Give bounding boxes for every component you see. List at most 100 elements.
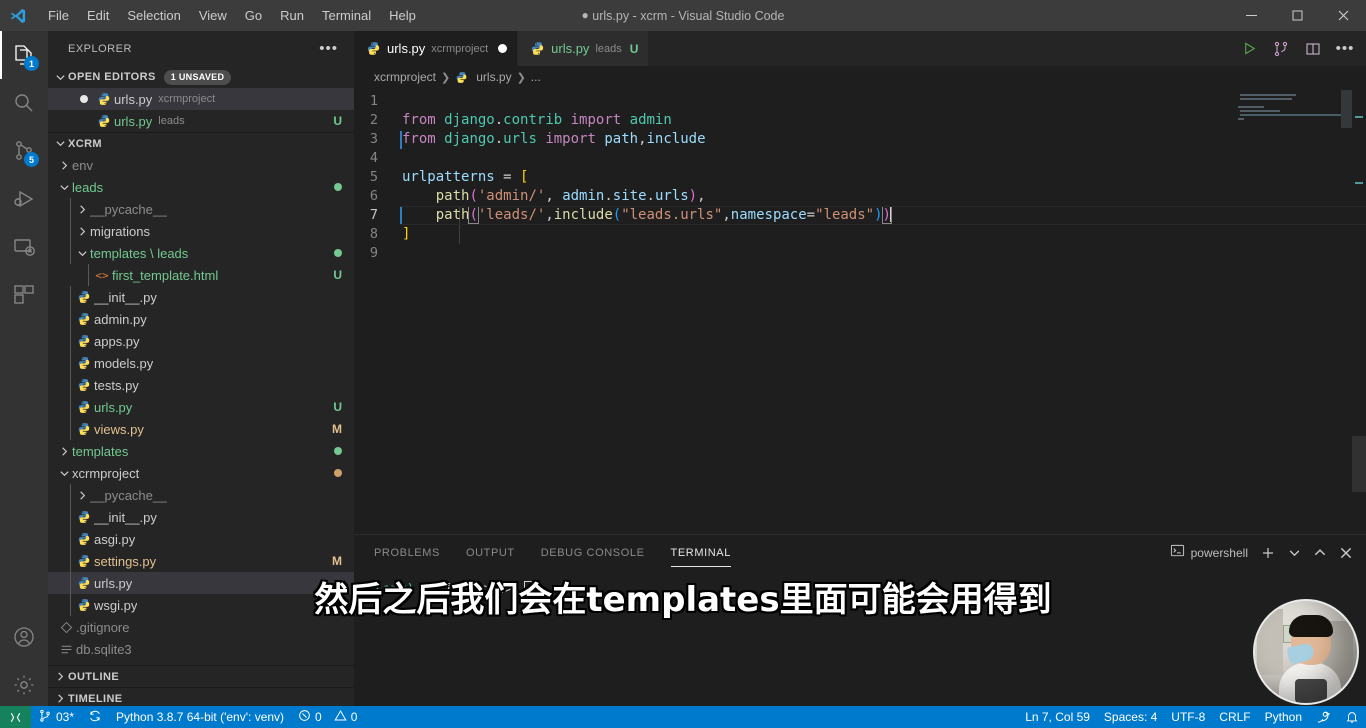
activity-item-explorer[interactable]: 1 xyxy=(0,31,48,79)
panel-actions: powershell xyxy=(1164,535,1358,570)
tree-item-db-sqlite3[interactable]: db.sqlite3 xyxy=(48,638,354,660)
close-icon[interactable] xyxy=(1334,541,1358,565)
menu-view[interactable]: View xyxy=(190,4,236,28)
tweet-feedback-icon[interactable] xyxy=(1309,706,1338,728)
tree-item-urls-py[interactable]: urls.py U xyxy=(48,396,354,418)
plus-icon[interactable] xyxy=(1256,541,1280,565)
menu-selection[interactable]: Selection xyxy=(118,4,189,28)
tree-item-wsgi-py[interactable]: wsgi.py xyxy=(48,594,354,616)
editor-scrollbar[interactable] xyxy=(1352,436,1366,492)
breadcrumb-item-folder[interactable]: xcrmproject xyxy=(374,70,436,84)
chevron-up-icon[interactable] xyxy=(1308,541,1332,565)
tree-item-env[interactable]: env xyxy=(48,154,354,176)
python-icon xyxy=(94,114,114,128)
python-icon xyxy=(74,290,94,304)
git-branch-status[interactable]: 03* xyxy=(31,706,81,728)
panel-tabs: PROBLEMS OUTPUT DEBUG CONSOLE TERMINAL p… xyxy=(354,535,1366,570)
tree-item-init-py[interactable]: __init__.py xyxy=(48,506,354,528)
tree-item-first-template-html[interactable]: <> first_template.html U xyxy=(48,264,354,286)
tree-item-views-py[interactable]: views.py M xyxy=(48,418,354,440)
ellipsis-icon[interactable]: ••• xyxy=(1332,36,1358,62)
breadcrumb-item-symbols[interactable]: ... xyxy=(531,70,541,84)
cursor-position-status[interactable]: Ln 7, Col 59 xyxy=(1018,706,1097,728)
activity-item-run-and-debug[interactable] xyxy=(0,175,48,223)
python-interpreter-status[interactable]: Python 3.8.7 64-bit ('env': venv) xyxy=(109,706,291,728)
tree-item-apps-py[interactable]: apps.py xyxy=(48,330,354,352)
line-text: ] xyxy=(402,226,411,242)
section-outline[interactable]: OUTLINE xyxy=(48,665,354,687)
activity-item-source-control[interactable]: 5 xyxy=(0,127,48,175)
sync-status[interactable] xyxy=(81,706,109,728)
tab-output[interactable]: OUTPUT xyxy=(466,539,515,566)
tree-item-asgi-py[interactable]: asgi.py xyxy=(48,528,354,550)
tree-item-urls-py[interactable]: urls.py xyxy=(48,572,354,594)
remote-indicator-icon[interactable] xyxy=(0,706,31,728)
code-editor[interactable]: 1 2 from django.contrib import admin 3 f… xyxy=(354,88,1366,531)
terminal-powershell-icon xyxy=(1170,543,1185,563)
menu-edit[interactable]: Edit xyxy=(78,4,118,28)
tree-item-settings-py[interactable]: settings.py M xyxy=(48,550,354,572)
ellipsis-icon[interactable]: ••• xyxy=(315,41,342,57)
problems-status[interactable]: 0 0 xyxy=(291,706,364,728)
code-content: 1 2 from django.contrib import admin 3 f… xyxy=(354,88,1366,263)
split-editor-icon[interactable] xyxy=(1300,36,1326,62)
python-icon xyxy=(366,41,381,56)
tree-item-pycache[interactable]: __pycache__ xyxy=(48,484,354,506)
menu-file[interactable]: File xyxy=(39,4,78,28)
language-mode-status[interactable]: Python xyxy=(1258,706,1309,728)
tree-item-templates[interactable]: templates xyxy=(48,440,354,462)
tree-item-leads[interactable]: leads xyxy=(48,176,354,198)
activity-item-remote-explorer[interactable] xyxy=(0,223,48,271)
encoding-status[interactable]: UTF-8 xyxy=(1164,706,1212,728)
tree-item-templates-leads[interactable]: templates \ leads xyxy=(48,242,354,264)
maximize-icon[interactable] xyxy=(1274,0,1320,31)
activity-item-manage[interactable] xyxy=(0,661,48,709)
status-bar: 03* Python 3.8.7 64-bit ('env': venv) 0 … xyxy=(0,706,1366,728)
bell-icon[interactable] xyxy=(1338,706,1366,728)
eol-status[interactable]: CRLF xyxy=(1212,706,1257,728)
tree-item-pycache[interactable]: __pycache__ xyxy=(48,198,354,220)
tree-item-migrations[interactable]: migrations xyxy=(48,220,354,242)
terminal-selector[interactable]: powershell xyxy=(1164,543,1254,563)
activity-item-extensions[interactable] xyxy=(0,271,48,319)
section-workspace[interactable]: XCRM xyxy=(48,132,354,154)
tab-debug-console[interactable]: DEBUG CONSOLE xyxy=(541,539,645,566)
activity-item-search[interactable] xyxy=(0,79,48,127)
editor-actions: ••• xyxy=(1236,31,1366,66)
tree-item-tests-py[interactable]: tests.py xyxy=(48,374,354,396)
menu-run[interactable]: Run xyxy=(271,4,313,28)
tab-terminal[interactable]: TERMINAL xyxy=(670,539,732,567)
tab-dirty-dot-icon[interactable] xyxy=(498,44,508,53)
tree-item-gitignore[interactable]: .gitignore xyxy=(48,616,354,638)
terminal-output[interactable]: (env) PS D:\xcrm> xyxy=(354,570,1366,599)
editor-tab-urls-xcrmproject[interactable]: urls.py xcrmproject xyxy=(354,31,519,66)
open-editor-name: urls.py xyxy=(114,113,153,129)
python-icon xyxy=(455,71,468,84)
open-editor-item[interactable]: urls.py leads U xyxy=(48,110,354,132)
activity-item-accounts[interactable] xyxy=(0,613,48,661)
close-icon[interactable] xyxy=(1320,0,1366,31)
indentation-status[interactable]: Spaces: 4 xyxy=(1097,706,1164,728)
editor-tab-urls-leads[interactable]: urls.py leads U xyxy=(518,31,650,66)
source-control-badge: 5 xyxy=(24,152,39,167)
tab-problems[interactable]: PROBLEMS xyxy=(374,539,440,566)
minimap[interactable] xyxy=(1232,88,1352,531)
tree-item-admin-py[interactable]: admin.py xyxy=(48,308,354,330)
menu-go[interactable]: Go xyxy=(236,4,271,28)
minimize-icon[interactable] xyxy=(1228,0,1274,31)
section-open-editors[interactable]: OPEN EDITORS 1 UNSAVED xyxy=(48,66,354,88)
chevron-down-icon xyxy=(56,462,72,484)
tree-item-xcrmproject[interactable]: xcrmproject xyxy=(48,462,354,484)
menu-help[interactable]: Help xyxy=(380,4,425,28)
run-fork-icon[interactable] xyxy=(1268,36,1294,62)
bottom-panel: PROBLEMS OUTPUT DEBUG CONSOLE TERMINAL p… xyxy=(354,534,1366,709)
minimap-slider[interactable] xyxy=(1341,90,1352,128)
tree-item-init-py[interactable]: __init__.py xyxy=(48,286,354,308)
tree-item-models-py[interactable]: models.py xyxy=(48,352,354,374)
folder-change-dot xyxy=(334,447,342,455)
open-editor-item[interactable]: urls.py xcrmproject xyxy=(48,88,354,110)
play-icon[interactable] xyxy=(1236,36,1262,62)
menu-terminal[interactable]: Terminal xyxy=(313,4,380,28)
chevron-down-icon[interactable] xyxy=(1282,541,1306,565)
breadcrumb-item-file[interactable]: urls.py xyxy=(476,70,511,84)
